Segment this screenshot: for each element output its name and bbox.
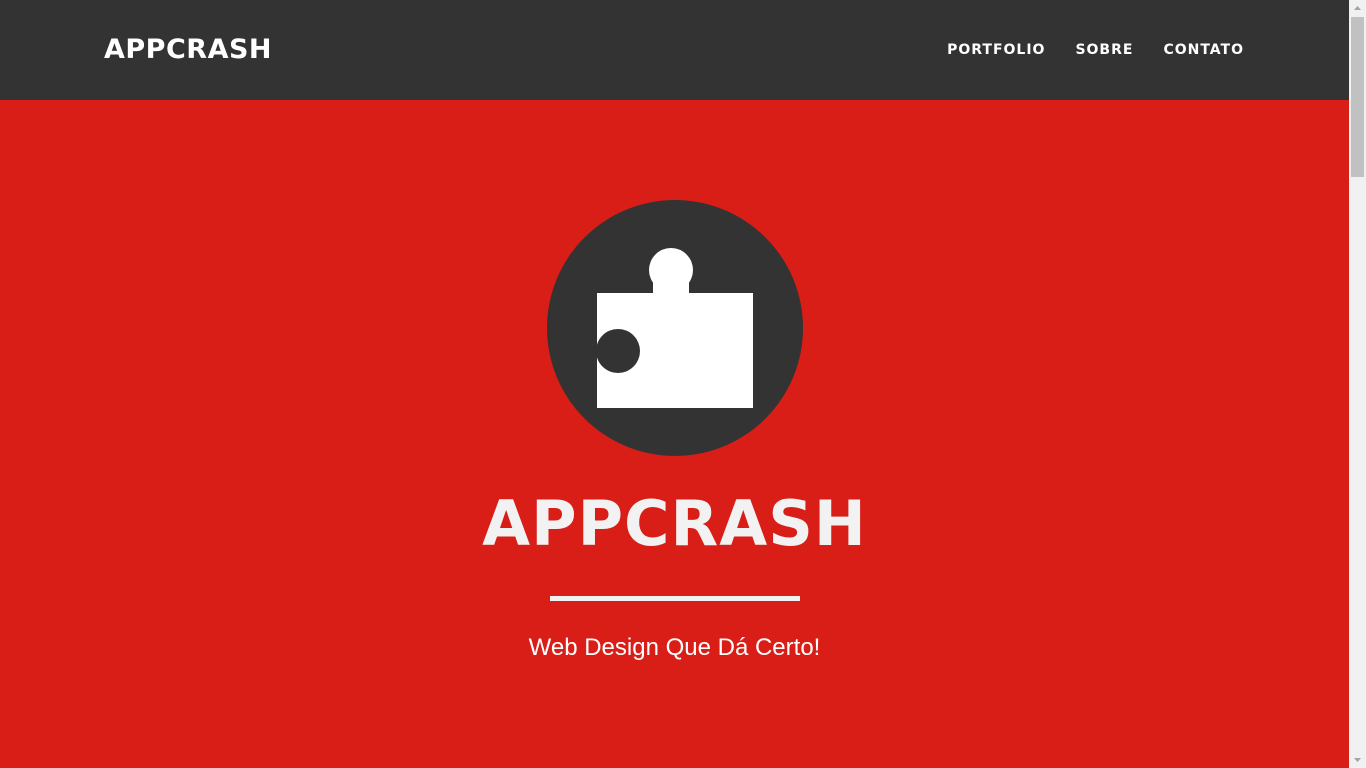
nav-link-contato[interactable]: CONTATO: [1163, 40, 1244, 60]
puzzle-piece-icon: [547, 200, 803, 456]
scroll-up-arrow-icon[interactable]: [1349, 0, 1366, 17]
brand-link[interactable]: APPCRASH: [104, 30, 272, 70]
hero-title: APPCRASH: [482, 487, 867, 560]
navbar: APPCRASH PORTFOLIO SOBRE CONTATO: [0, 0, 1349, 100]
hero-section: APPCRASH Web Design Que Dá Certo!: [0, 100, 1349, 768]
hero-subtitle: Web Design Que Dá Certo!: [528, 634, 821, 661]
scroll-thumb[interactable]: [1351, 17, 1364, 177]
nav-link-sobre[interactable]: SOBRE: [1075, 40, 1133, 60]
nav-menu: PORTFOLIO SOBRE CONTATO: [947, 40, 1244, 60]
vertical-scrollbar[interactable]: [1349, 0, 1366, 768]
scroll-down-arrow-icon[interactable]: [1349, 751, 1366, 768]
nav-link-portfolio[interactable]: PORTFOLIO: [947, 40, 1045, 60]
hero-divider: [550, 596, 800, 601]
